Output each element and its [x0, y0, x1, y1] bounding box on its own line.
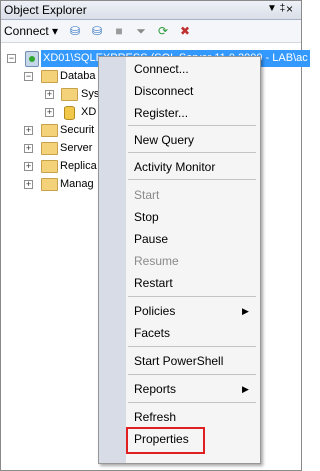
folder-icon [41, 70, 58, 83]
management-label[interactable]: Manag [60, 176, 94, 193]
menu-item-resume: Resume [134, 254, 179, 268]
expand-icon[interactable]: + [24, 162, 33, 171]
submenu-arrow-icon: ▶ [242, 306, 249, 316]
folder-icon [41, 124, 58, 137]
menu-item-new-query[interactable]: New Query [134, 132, 194, 148]
expand-icon[interactable]: + [45, 90, 54, 99]
menu-item-facets[interactable]: Facets [134, 325, 170, 341]
submenu-arrow-icon: ▶ [242, 384, 249, 394]
menu-item-restart[interactable]: Restart [134, 275, 173, 291]
object-explorer-window: Object Explorer ▼ ‡ × Connect ▾ ⛁ ⛁ ■ ⏷ … [0, 0, 310, 471]
folder-icon [41, 178, 58, 191]
stop-icon[interactable]: ■ [111, 24, 127, 38]
menu-item-refresh[interactable]: Refresh [134, 409, 176, 425]
properties-highlight [126, 427, 205, 454]
menu-item-activity-monitor[interactable]: Activity Monitor [134, 159, 215, 175]
connect-button[interactable]: Connect ▾ [4, 24, 58, 38]
menu-item-stop[interactable]: Stop [134, 209, 159, 225]
filter-icon[interactable]: ⏷ [133, 24, 149, 38]
expand-icon[interactable]: + [24, 144, 33, 153]
pin-icon[interactable]: ▼ ‡ [267, 3, 285, 14]
database-icon [64, 106, 75, 120]
menu-separator [128, 296, 256, 297]
collapse-icon[interactable]: − [24, 72, 33, 81]
menu-item-reports[interactable]: Reports [134, 381, 176, 397]
menu-separator [128, 374, 256, 375]
folder-icon [41, 142, 58, 155]
menu-icon-gutter [99, 57, 126, 463]
menu-separator [128, 125, 256, 126]
system-db-label[interactable]: Sys [81, 86, 99, 103]
security-label[interactable]: Securit [60, 122, 94, 139]
menu-item-policies[interactable]: Policies [134, 303, 175, 319]
menu-separator [128, 152, 256, 153]
window-title: Object Explorer [4, 3, 87, 17]
title-bar: Object Explorer ▼ ‡ × [1, 1, 301, 20]
server-icon [25, 51, 39, 67]
menu-item-start-powershell[interactable]: Start PowerShell [134, 353, 223, 369]
delete-icon[interactable]: ✖ [177, 24, 193, 38]
replication-label[interactable]: Replica [60, 158, 97, 175]
menu-item-pause[interactable]: Pause [134, 231, 168, 247]
databases-label[interactable]: Databa [60, 68, 95, 85]
connect-label: Connect [4, 24, 49, 38]
server-objects-label[interactable]: Server [60, 140, 92, 157]
connect-object-icon[interactable]: ⛁ [67, 24, 83, 38]
chevron-down-icon: ▾ [52, 24, 59, 38]
toolbar: Connect ▾ ⛁ ⛁ ■ ⏷ ⟳ ✖ [1, 20, 301, 43]
menu-item-connect[interactable]: Connect... [134, 61, 189, 77]
refresh-icon[interactable]: ⟳ [155, 24, 171, 38]
expand-icon[interactable]: + [24, 180, 33, 189]
expand-icon[interactable]: + [45, 108, 54, 117]
close-icon[interactable]: × [286, 2, 293, 16]
folder-icon [61, 88, 78, 101]
menu-item-start: Start [134, 188, 160, 202]
xd-label[interactable]: XD [81, 104, 96, 121]
menu-separator [128, 402, 256, 403]
menu-item-register[interactable]: Register... [134, 105, 188, 121]
expand-icon[interactable]: + [24, 126, 33, 135]
menu-item-disconnect[interactable]: Disconnect [134, 83, 193, 99]
disconnect-icon[interactable]: ⛁ [89, 24, 105, 38]
collapse-icon[interactable]: − [7, 54, 16, 63]
menu-separator [128, 346, 256, 347]
menu-separator [128, 179, 256, 180]
context-menu: Connect... Disconnect Register... New Qu… [98, 56, 261, 464]
folder-icon [41, 160, 58, 173]
